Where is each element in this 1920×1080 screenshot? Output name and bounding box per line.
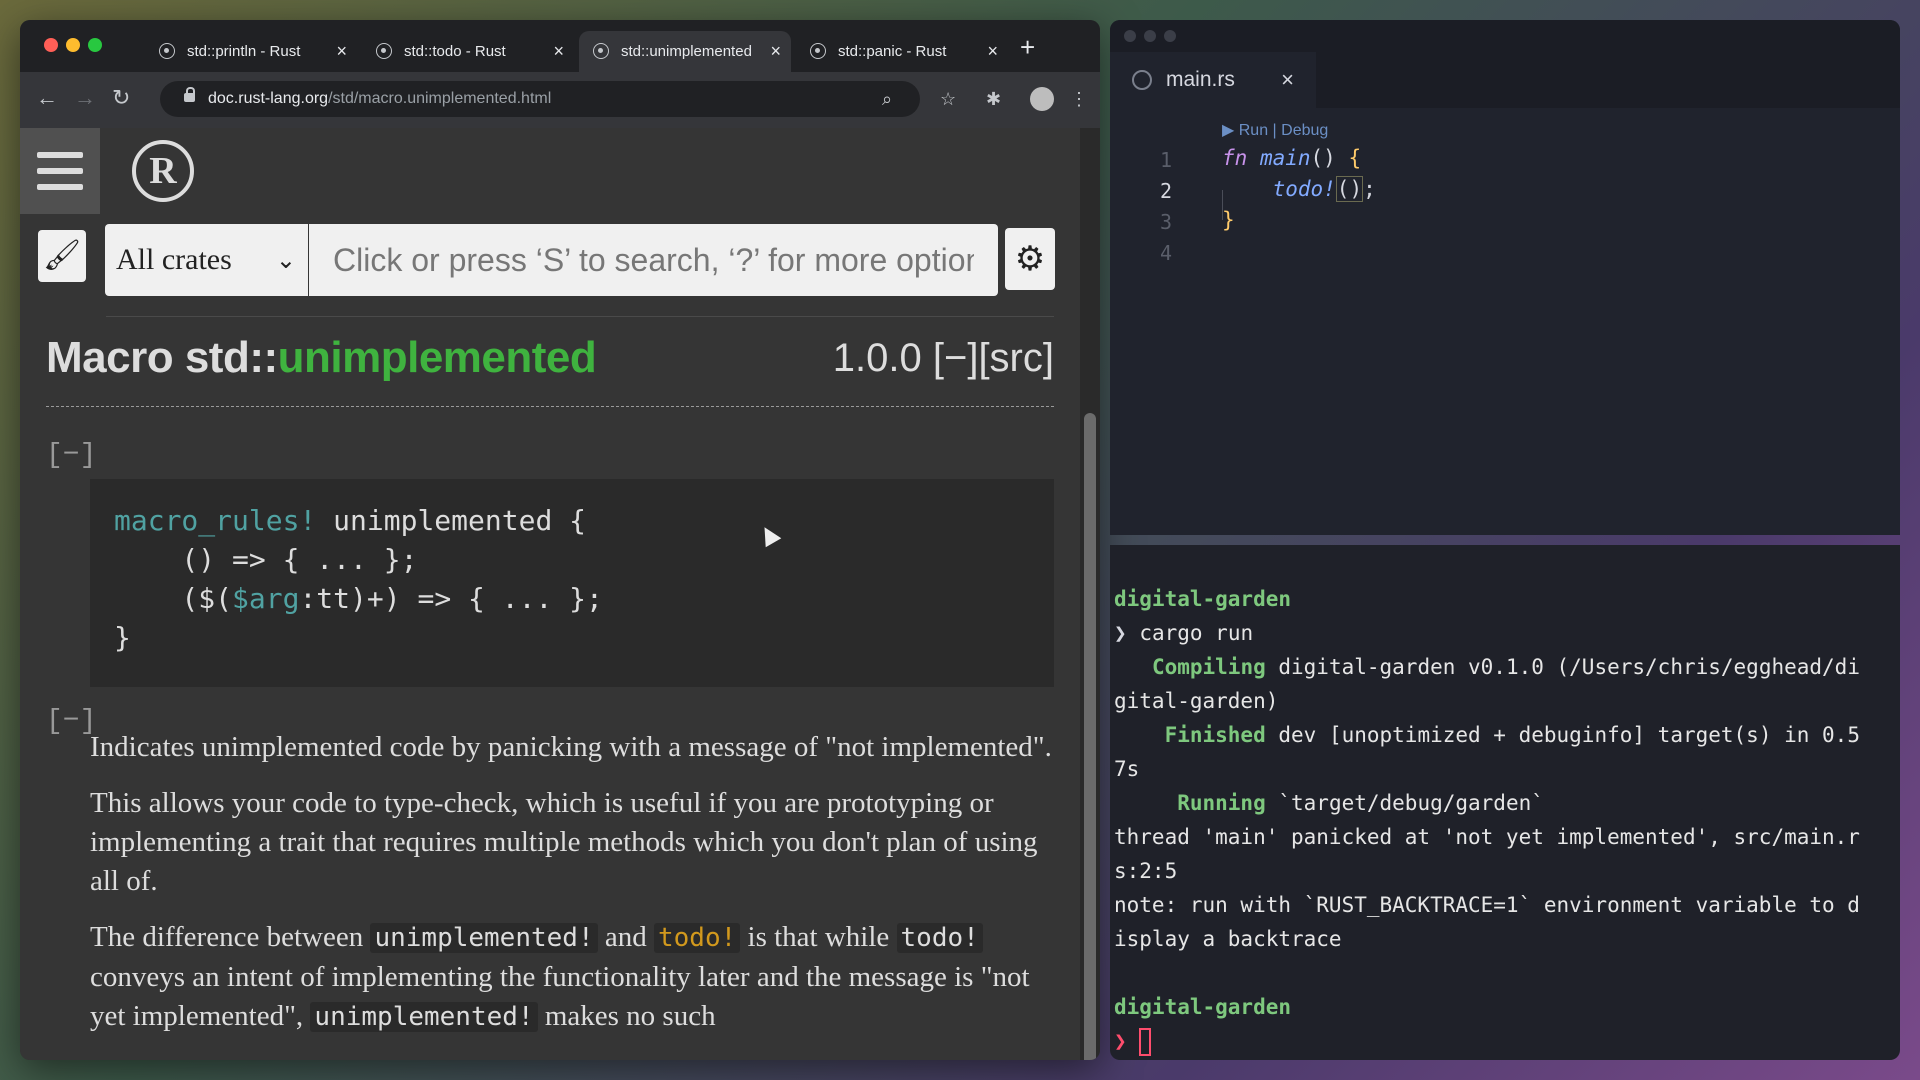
line-number: 2 [1159,179,1172,203]
line-number: 1 [1159,148,1172,172]
terminal-prompt[interactable]: ❯ [1114,1024,1151,1058]
collapse-toggle[interactable]: [−] [46,440,96,471]
minimize-window-button[interactable] [1144,30,1156,42]
terminal-output: gital-garden) [1114,689,1279,713]
line-number: 4 [1159,241,1172,265]
new-tab-plus-icon[interactable]: + [1020,34,1035,60]
prompt-dir: digital-garden [1114,587,1292,611]
tab-main-rs[interactable]: main.rs × [1110,52,1316,108]
tab-println[interactable]: std::println - Rust × [145,31,357,72]
close-icon[interactable]: × [1281,52,1294,108]
terminal-output: note: run with `RUST_BACKTRACE=1` enviro… [1114,893,1860,917]
editor-tabs: main.rs × [1110,52,1900,108]
macro-signature-code: macro_rules! unimplemented { () => { ...… [90,479,1054,687]
lock-icon [184,87,195,102]
url-text[interactable]: doc.rust-lang.org/std/macro.unimplemente… [208,81,551,117]
scrollbar-thumb[interactable] [1084,413,1096,1060]
prompt-dir: digital-garden [1114,995,1292,1019]
terminal-output: Running `target/debug/garden` [1177,791,1544,815]
tab-close-icon[interactable]: × [770,31,781,72]
rust-file-icon [1132,70,1152,90]
editor-window: main.rs × ▶ Run | Debug 1 2 3 4 fn main(… [1110,20,1900,535]
terminal[interactable]: digital-garden ❯ cargo run Compiling dig… [1110,545,1900,1060]
run-debug-codelens[interactable]: ▶ Run | Debug [1222,120,1328,140]
macro-name[interactable]: unimplemented [278,333,597,382]
search-input[interactable] [309,224,998,296]
rust-logo[interactable]: R [132,140,194,202]
tab-panic[interactable]: std::panic - Rust × [796,31,1008,72]
terminal-output: Compiling digital-garden v0.1.0 (/Users/… [1151,655,1860,679]
tab-todo[interactable]: std::todo - Rust × [362,31,574,72]
tab-label: std::unimplemented [621,43,752,60]
extensions-puzzle-icon[interactable]: ✱ [986,88,1001,110]
terminal-output: isplay a backtrace [1114,927,1342,951]
doc-paragraph: This allows your code to type-check, whi… [90,787,1038,897]
maximize-window-button[interactable] [1164,30,1176,42]
rust-favicon-icon [159,43,175,59]
docs-page: R 🖌 All crates ⌄ ⚙ Macro std::unimplemen… [20,128,1080,1060]
doc-paragraph: The difference between unimplemented! an… [90,921,1030,1032]
todo-link[interactable]: todo! [653,923,741,953]
terminal-output: Finished dev [unoptimized + debuginfo] t… [1164,723,1860,747]
browser-window: std::println - Rust × std::todo - Rust ×… [20,20,1100,1060]
tab-label: std::todo - Rust [404,43,506,60]
hamburger-icon [37,152,83,158]
reload-icon[interactable]: ↻ [112,86,130,110]
line-number: 3 [1159,210,1172,234]
tab-close-icon[interactable]: × [987,31,998,72]
close-window-button[interactable] [1124,30,1136,42]
theme-picker-button[interactable]: 🖌 [38,230,86,282]
maximize-window-button[interactable] [88,38,102,52]
tab-unimplemented[interactable]: std::unimplemented × [579,31,791,72]
version-src[interactable]: 1.0.0 [−][src] [833,336,1054,381]
settings-button[interactable]: ⚙ [1005,228,1055,290]
profile-avatar[interactable] [1030,87,1054,111]
back-arrow-icon[interactable]: ← [36,86,58,110]
code-line[interactable]: todo!(); [1222,176,1376,202]
divider [106,316,1054,317]
paintbrush-icon: 🖌 [42,239,82,272]
minimize-window-button[interactable] [66,38,80,52]
rust-favicon-icon [376,43,392,59]
terminal-output: thread 'main' panicked at 'not yet imple… [1114,825,1860,849]
tab-close-icon[interactable]: × [336,31,347,72]
page-title: Macro std::unimplemented [46,333,597,382]
browser-toolbar: ← → ↻ doc.rust-lang.org/std/macro.unimpl… [20,72,1100,128]
forward-arrow-icon[interactable]: → [74,86,96,110]
tab-label: std::panic - Rust [838,43,947,60]
terminal-output: 7s [1114,757,1140,781]
tab-close-icon[interactable]: × [553,31,564,72]
menu-kebab-icon[interactable]: ⋮ [1070,88,1088,110]
address-bar[interactable]: doc.rust-lang.org/std/macro.unimplemente… [160,81,920,117]
close-window-button[interactable] [44,38,58,52]
collapse-toggle[interactable]: [−] [46,706,96,737]
gear-icon: ⚙ [1014,240,1046,278]
dashed-divider [46,406,1054,407]
doc-paragraph: Indicates unimplemented code by panickin… [90,731,1052,763]
tab-label: std::println - Rust [187,43,301,60]
rust-favicon-icon [593,43,609,59]
docblock: Indicates unimplemented code by panickin… [90,728,1054,1054]
sidebar-menu-button[interactable] [20,128,100,214]
tab-bar: std::println - Rust × std::todo - Rust ×… [20,20,1100,72]
terminal-command: ❯ cargo run [1114,621,1254,645]
terminal-output: s:2:5 [1114,859,1178,883]
code-line[interactable]: } [1222,208,1235,232]
terminal-cursor [1138,1028,1151,1056]
rust-favicon-icon [810,43,826,59]
chevron-down-icon: ⌄ [275,246,296,274]
bookmark-star-icon[interactable]: ☆ [940,88,956,110]
code-line[interactable]: fn main() { [1222,146,1361,170]
zoom-icon[interactable]: ⌕ [882,88,892,110]
crate-select[interactable]: All crates ⌄ [105,224,308,296]
